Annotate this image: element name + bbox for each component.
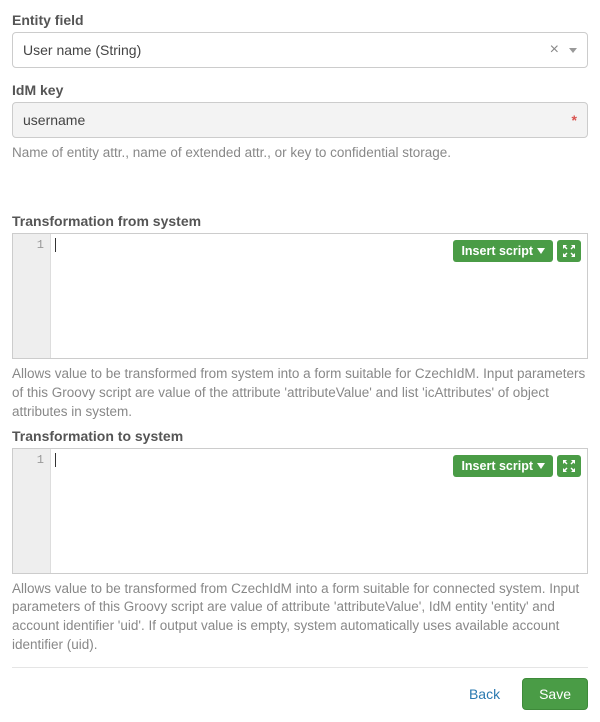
entity-field-value: User name (String) xyxy=(23,42,544,58)
entity-field-group: Entity field User name (String) × xyxy=(12,12,588,68)
idm-key-input[interactable]: username * xyxy=(12,102,588,138)
divider xyxy=(12,667,588,668)
editor-controls: Insert script xyxy=(453,240,581,262)
expand-button[interactable] xyxy=(557,240,581,262)
transform-to-editor[interactable]: 1 Insert script xyxy=(12,448,588,574)
entity-field-select[interactable]: User name (String) × xyxy=(12,32,588,68)
insert-script-button[interactable]: Insert script xyxy=(453,240,553,262)
arrow-down-icon xyxy=(537,248,545,254)
insert-script-label: Insert script xyxy=(461,459,533,473)
editor-gutter: 1 xyxy=(13,449,51,573)
editor-controls: Insert script xyxy=(453,455,581,477)
transform-from-section: Transformation from system 1 Insert scri… xyxy=(12,213,588,422)
expand-button[interactable] xyxy=(557,455,581,477)
transform-from-editor[interactable]: 1 Insert script xyxy=(12,233,588,359)
transform-to-helper: Allows value to be transformed from Czec… xyxy=(12,580,588,656)
required-icon: * xyxy=(566,112,577,128)
transform-to-section: Transformation to system 1 Insert script… xyxy=(12,428,588,656)
expand-icon xyxy=(563,460,575,472)
insert-script-button[interactable]: Insert script xyxy=(453,455,553,477)
idm-key-group: IdM key username * Name of entity attr.,… xyxy=(12,82,588,163)
editor-gutter: 1 xyxy=(13,234,51,358)
transform-from-helper: Allows value to be transformed from syst… xyxy=(12,365,588,422)
cursor-icon xyxy=(55,453,56,467)
transform-to-label: Transformation to system xyxy=(12,428,588,444)
line-number: 1 xyxy=(13,238,44,252)
line-number: 1 xyxy=(13,453,44,467)
arrow-down-icon xyxy=(537,463,545,469)
chevron-down-icon[interactable] xyxy=(569,48,577,53)
entity-field-label: Entity field xyxy=(12,12,588,28)
expand-icon xyxy=(563,245,575,257)
idm-key-value: username xyxy=(23,112,566,128)
clear-icon[interactable]: × xyxy=(544,41,565,59)
save-button[interactable]: Save xyxy=(522,678,588,710)
idm-key-label: IdM key xyxy=(12,82,588,98)
back-button[interactable]: Back xyxy=(465,680,504,708)
insert-script-label: Insert script xyxy=(461,244,533,258)
idm-key-helper: Name of entity attr., name of extended a… xyxy=(12,144,588,163)
footer: Back Save xyxy=(12,678,588,710)
cursor-icon xyxy=(55,238,56,252)
transform-from-label: Transformation from system xyxy=(12,213,588,229)
